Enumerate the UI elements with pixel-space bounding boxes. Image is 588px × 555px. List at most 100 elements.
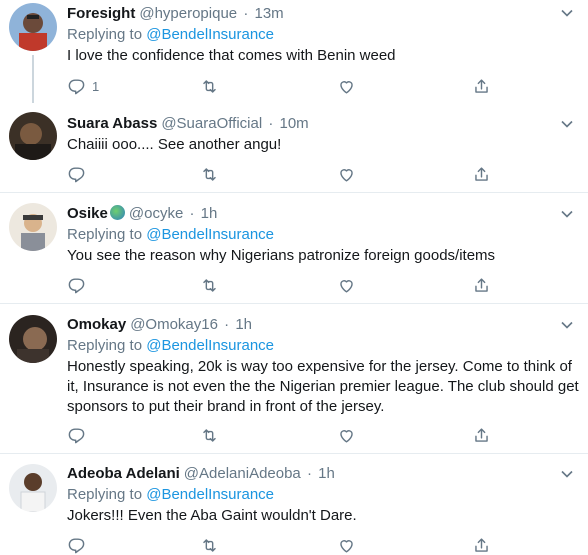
globe-emoji-icon xyxy=(109,205,125,220)
retweet-button[interactable] xyxy=(200,75,219,97)
reply-icon xyxy=(68,537,85,553)
separator-dot: · xyxy=(306,465,312,482)
separator-dot: · xyxy=(268,115,274,132)
share-button[interactable] xyxy=(472,424,491,446)
retweet-icon xyxy=(203,79,216,93)
display-name[interactable]: Suara Abass xyxy=(67,115,157,132)
reply-button[interactable]: 1 xyxy=(67,75,99,97)
retweet-button[interactable] xyxy=(200,534,219,555)
reply-button[interactable] xyxy=(67,274,86,296)
timestamp[interactable]: 10m xyxy=(280,115,309,132)
tweet-actions xyxy=(67,534,497,555)
retweet-button[interactable] xyxy=(200,424,219,446)
chevron-down-icon[interactable] xyxy=(560,117,574,131)
tweet[interactable]: Foresight @hyperopique · 13m Replying to … xyxy=(0,0,588,103)
share-icon xyxy=(475,427,488,442)
tweet[interactable]: Omokay @Omokay16 · 1h Replying to @Bendel… xyxy=(0,304,588,454)
mention-link[interactable]: @BendelInsurance xyxy=(146,26,274,43)
share-icon xyxy=(475,78,488,93)
share-button[interactable] xyxy=(472,163,491,185)
like-icon xyxy=(340,80,353,94)
share-icon xyxy=(475,166,488,181)
reply-button[interactable] xyxy=(67,424,86,446)
replying-label: Replying to xyxy=(67,226,143,243)
share-button[interactable] xyxy=(472,75,491,97)
share-button[interactable] xyxy=(472,274,491,296)
reply-icon xyxy=(68,78,85,94)
like-button[interactable] xyxy=(337,534,356,555)
chevron-down-icon[interactable] xyxy=(560,318,574,332)
user-handle[interactable]: @Omokay16 xyxy=(130,316,218,333)
reply-icon xyxy=(68,277,85,293)
tweet-actions xyxy=(67,163,497,185)
retweet-button[interactable] xyxy=(200,274,219,296)
thread-line xyxy=(32,55,34,103)
user-handle[interactable]: @hyperopique xyxy=(139,5,237,22)
retweet-button[interactable] xyxy=(200,163,219,185)
tweet-actions xyxy=(67,274,497,296)
separator-dot: · xyxy=(189,205,195,222)
share-icon xyxy=(475,537,488,552)
share-icon xyxy=(475,277,488,292)
replying-label: Replying to xyxy=(67,26,143,43)
replying-label: Replying to xyxy=(67,337,143,354)
tweet-text: Honestly speaking, 20k is way too expens… xyxy=(67,358,579,415)
retweet-icon xyxy=(203,538,216,552)
mention-link[interactable]: @BendelInsurance xyxy=(146,337,274,354)
tweet[interactable]: Suara Abass @SuaraOfficial · 10m Chaiiii … xyxy=(0,103,588,193)
tweet-header: Osike @ocyke · 1h xyxy=(67,204,217,224)
tweet-actions xyxy=(67,424,497,446)
retweet-icon xyxy=(203,428,216,442)
avatar[interactable] xyxy=(9,203,57,251)
tweet-text: You see the reason why Nigerians patroni… xyxy=(67,247,496,264)
replying-to: Replying to @BendelInsurance xyxy=(67,336,274,356)
replying-to: Replying to @BendelInsurance xyxy=(67,25,274,45)
display-name[interactable]: Foresight xyxy=(67,5,135,22)
retweet-icon xyxy=(203,278,216,292)
avatar[interactable] xyxy=(9,464,57,512)
timestamp[interactable]: 1h xyxy=(235,316,252,333)
like-button[interactable] xyxy=(337,274,356,296)
chevron-down-icon[interactable] xyxy=(560,6,574,20)
separator-dot: · xyxy=(224,316,230,333)
tweet-text: Jokers!!! Even the Aba Gaint wouldn't Da… xyxy=(67,507,357,524)
timestamp[interactable]: 1h xyxy=(201,205,218,222)
chevron-down-icon[interactable] xyxy=(560,207,574,221)
chevron-down-icon[interactable] xyxy=(560,467,574,481)
reply-icon xyxy=(68,166,85,182)
user-handle[interactable]: @ocyke xyxy=(129,205,183,222)
share-button[interactable] xyxy=(472,534,491,555)
display-name[interactable]: Osike xyxy=(67,205,108,222)
replying-to: Replying to @BendelInsurance xyxy=(67,225,274,245)
like-icon xyxy=(340,168,353,182)
avatar[interactable] xyxy=(9,112,57,160)
tweet-header: Suara Abass @SuaraOfficial · 10m xyxy=(67,114,309,134)
user-handle[interactable]: @SuaraOfficial xyxy=(161,115,262,132)
timestamp[interactable]: 1h xyxy=(318,465,335,482)
replying-label: Replying to xyxy=(67,486,143,503)
mention-link[interactable]: @BendelInsurance xyxy=(146,226,274,243)
tweet-header: Adeoba Adelani @AdelaniAdeoba · 1h xyxy=(67,464,335,484)
tweet-text: Chaiiii ooo.... See another angu! xyxy=(67,136,282,153)
like-icon xyxy=(340,279,353,293)
like-button[interactable] xyxy=(337,163,356,185)
reply-button[interactable] xyxy=(67,534,86,555)
reply-button[interactable] xyxy=(67,163,86,185)
timestamp[interactable]: 13m xyxy=(254,5,283,22)
like-icon xyxy=(340,539,353,553)
tweet-header: Foresight @hyperopique · 13m xyxy=(67,4,284,24)
avatar[interactable] xyxy=(9,3,57,51)
display-name[interactable]: Adeoba Adelani xyxy=(67,465,180,482)
like-button[interactable] xyxy=(337,424,356,446)
display-name[interactable]: Omokay xyxy=(67,316,126,333)
avatar[interactable] xyxy=(9,315,57,363)
user-handle[interactable]: @AdelaniAdeoba xyxy=(184,465,301,482)
replying-to: Replying to @BendelInsurance xyxy=(67,485,274,505)
reply-count: 1 xyxy=(92,78,100,94)
like-button[interactable] xyxy=(337,75,356,97)
reply-icon xyxy=(68,427,85,443)
tweet[interactable]: Adeoba Adelani @AdelaniAdeoba · 1h Replyi… xyxy=(0,454,588,555)
tweet-header: Omokay @Omokay16 · 1h xyxy=(67,315,252,335)
mention-link[interactable]: @BendelInsurance xyxy=(146,486,274,503)
tweet[interactable]: Osike @ocyke · 1h Replying to @BendelInsu… xyxy=(0,193,588,304)
